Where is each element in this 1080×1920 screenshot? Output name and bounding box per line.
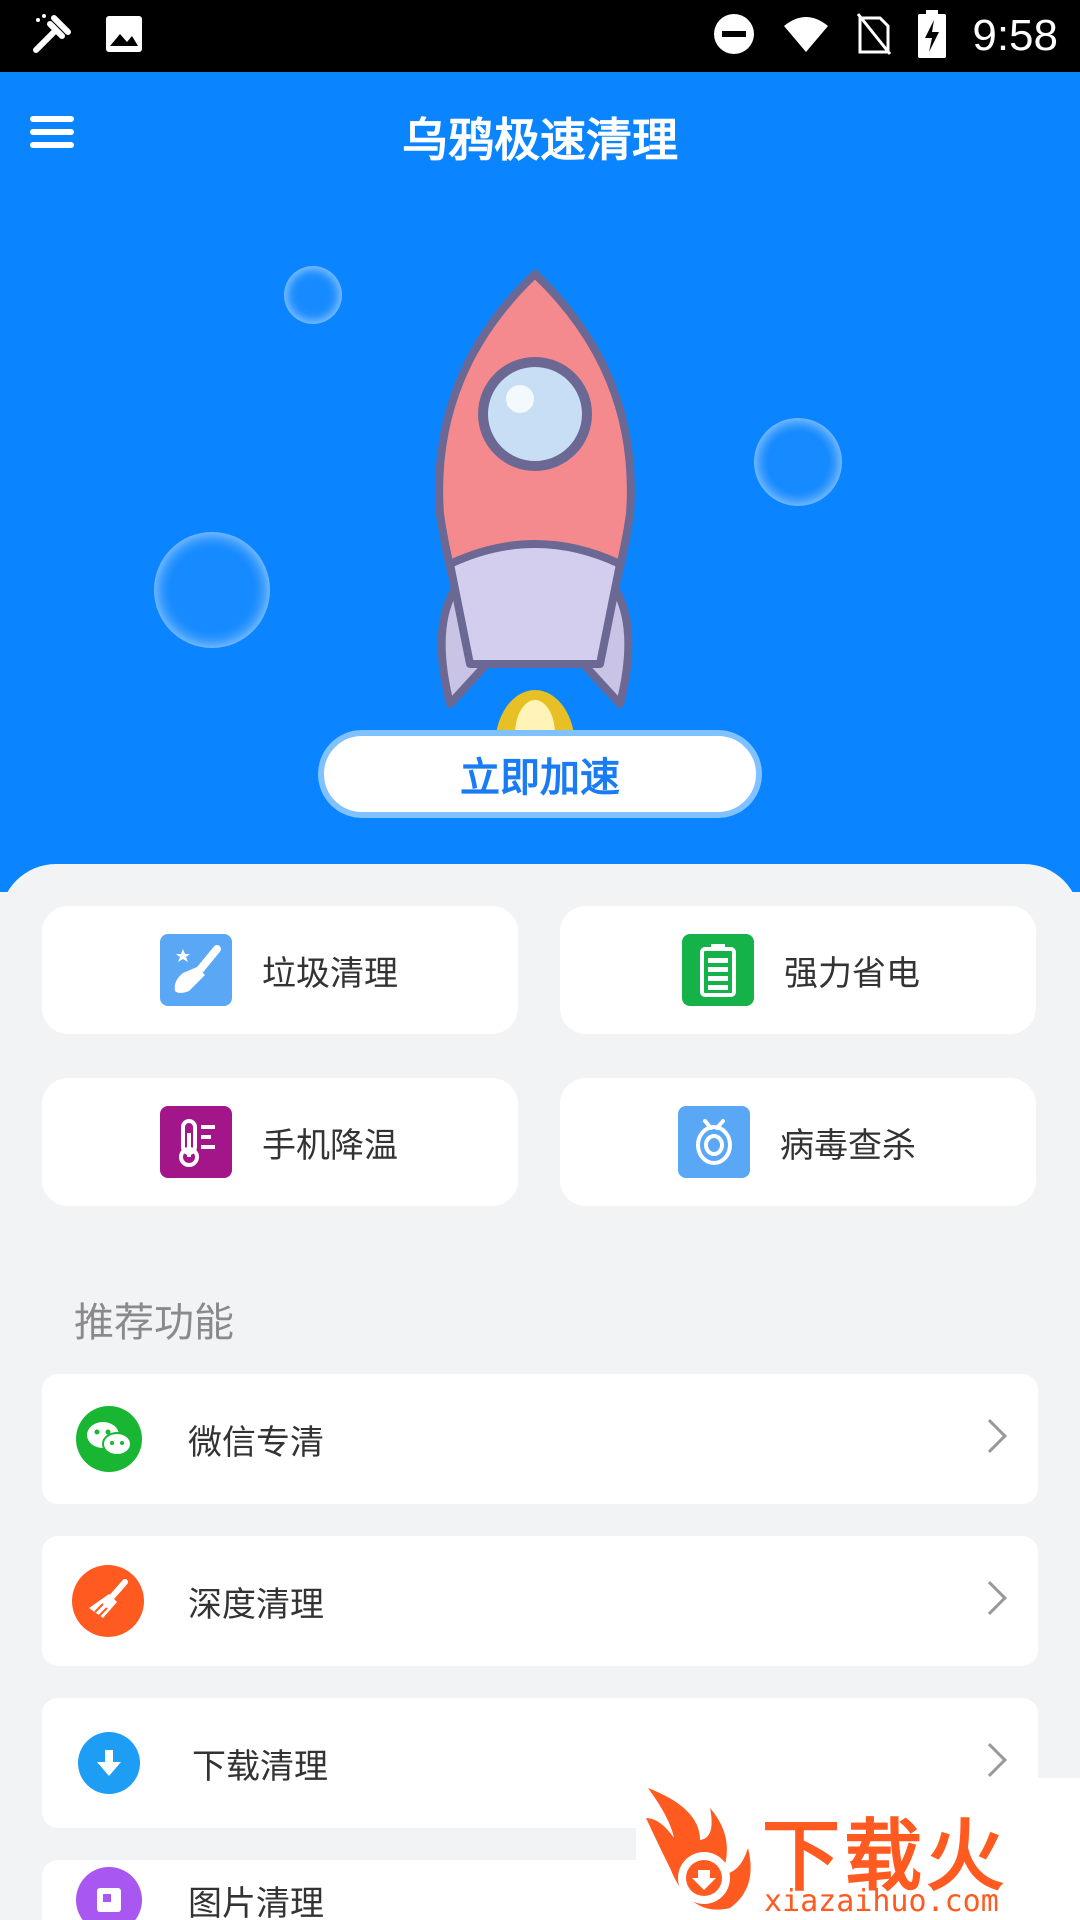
page-title: 乌鸦极速清理 [402, 113, 678, 167]
tile-cool-down[interactable]: 手机降温 [42, 1078, 518, 1206]
bubble-decoration [154, 532, 270, 648]
tool-icon [30, 12, 74, 60]
brush-icon [160, 934, 232, 1006]
chevron-right-icon [973, 1419, 1007, 1453]
list-item-label: 图片清理 [188, 1883, 324, 1920]
bubble-decoration [754, 418, 842, 506]
bubble-decoration [284, 266, 342, 324]
download-icon [78, 1732, 140, 1794]
bug-target-icon [678, 1106, 750, 1178]
tile-label: 强力省电 [784, 953, 920, 994]
flame-logo-icon [646, 1788, 751, 1910]
status-left-icons [30, 12, 144, 60]
status-right-icons: 9:58 [712, 10, 1058, 62]
hero-section: 乌鸦极速清理 立即加速 [0, 72, 1080, 892]
battery-icon [682, 934, 754, 1006]
wechat-icon [76, 1406, 142, 1472]
list-item-label: 微信专清 [188, 1422, 324, 1463]
list-item-wechat-clean[interactable]: 微信专清 [42, 1374, 1038, 1504]
rocket-icon [410, 264, 660, 804]
tile-label: 垃圾清理 [262, 953, 398, 994]
no-sim-icon [856, 12, 892, 60]
battery-charging-icon [918, 10, 947, 62]
watermark-url: xiazaihuo.com [764, 1884, 999, 1919]
tile-label: 手机降温 [262, 1125, 398, 1166]
wifi-icon [782, 14, 830, 58]
tile-junk-clean[interactable]: 垃圾清理 [42, 906, 518, 1034]
do-not-disturb-icon [712, 12, 756, 60]
list-item-label: 深度清理 [188, 1584, 324, 1625]
list-item-label: 下载清理 [192, 1746, 328, 1787]
chevron-right-icon [973, 1581, 1007, 1615]
tile-power-save[interactable]: 强力省电 [560, 906, 1036, 1034]
chevron-right-icon [973, 1743, 1007, 1777]
thermometer-icon [160, 1106, 232, 1178]
tile-label: 病毒查杀 [780, 1125, 916, 1166]
status-time: 9:58 [972, 11, 1058, 60]
broom-icon [72, 1565, 144, 1637]
picture-icon [76, 1867, 142, 1920]
list-item-deep-clean[interactable]: 深度清理 [42, 1536, 1038, 1666]
tile-virus-scan[interactable]: 病毒查杀 [560, 1078, 1036, 1206]
image-icon [104, 14, 144, 58]
watermark-logo: 下载火 xiazaihuo.com [636, 1778, 1080, 1920]
section-title-recommend: 推荐功能 [74, 1300, 234, 1346]
status-bar: 9:58 [0, 0, 1080, 72]
boost-button[interactable]: 立即加速 [318, 730, 762, 818]
